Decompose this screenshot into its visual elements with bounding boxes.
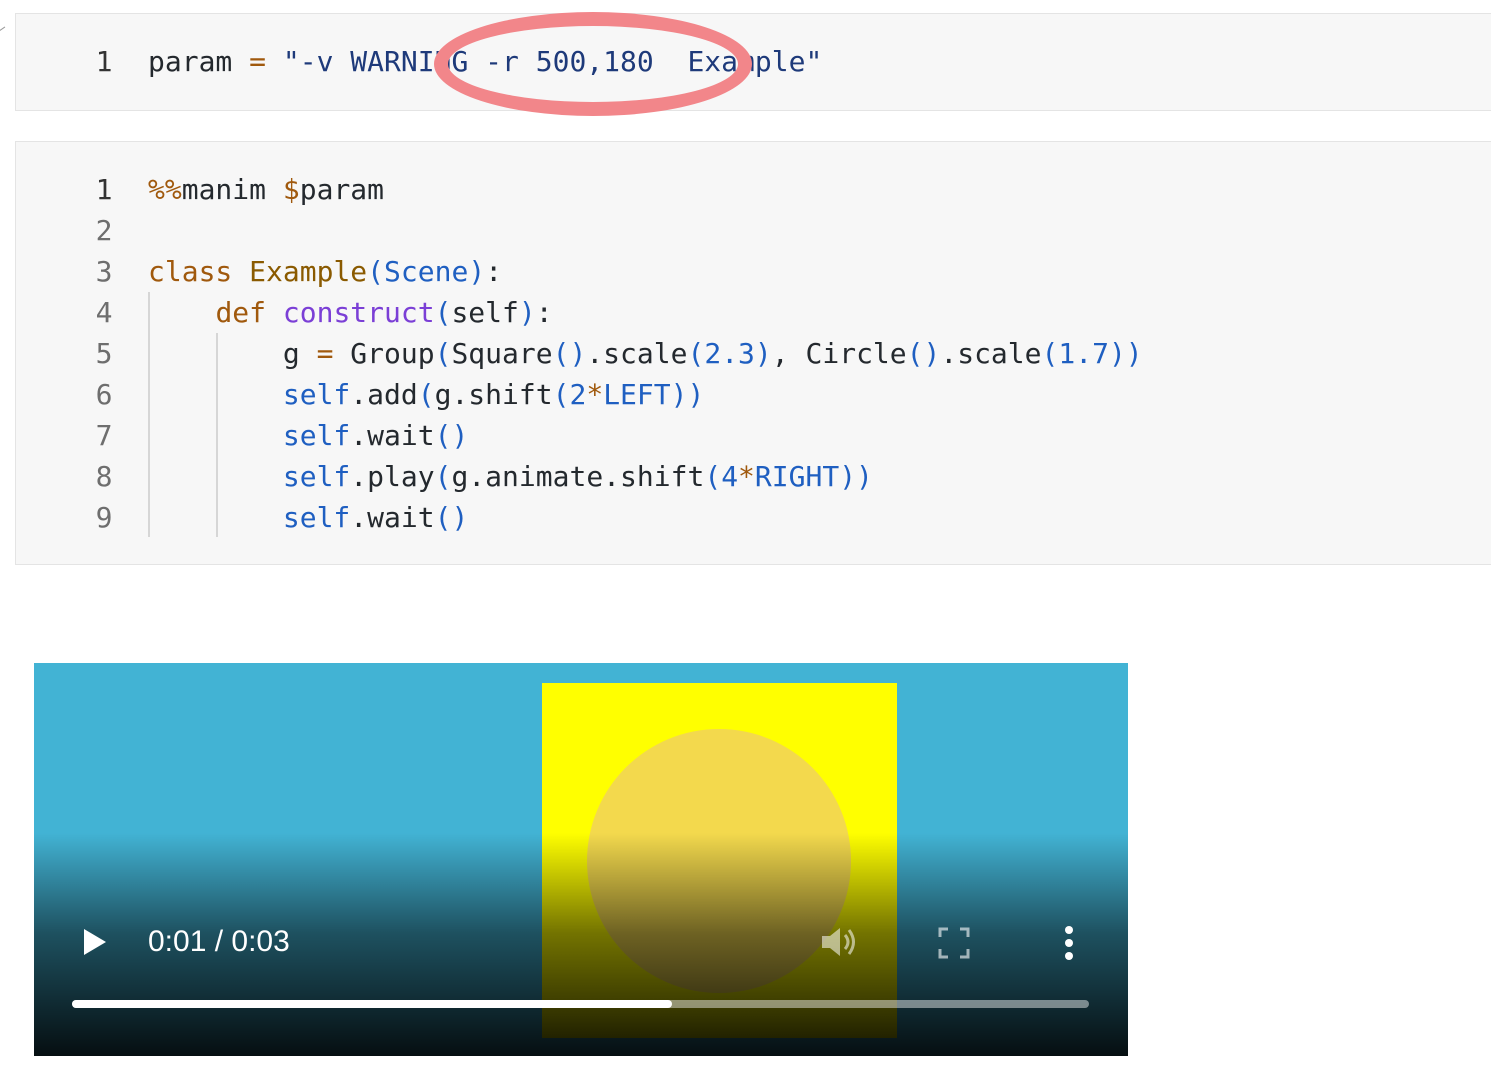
code-token: ( [704, 460, 722, 493]
code-token: .wait [350, 419, 435, 452]
line-number: 2 [95, 214, 113, 247]
line-number: 6 [95, 378, 113, 411]
code-token: ( [434, 460, 452, 493]
code-token: .scale [940, 337, 1042, 370]
code-token: self [282, 419, 351, 452]
code-token: construct [282, 296, 435, 329]
code-cell-manim[interactable]: 1 %%manim $param 2 3 class Example(Scene): 4 … [15, 141, 1491, 565]
code-token: ( [434, 296, 452, 329]
code-token: = [232, 45, 283, 78]
code-token: () [434, 419, 469, 452]
corner-mark [0, 26, 10, 39]
line-number: 1 [95, 45, 113, 78]
line-number: 5 [95, 337, 113, 370]
code-token: .scale [586, 337, 688, 370]
code-token: RIGHT [754, 460, 840, 493]
code-text: %%manim $param [148, 169, 384, 210]
code-token: g.animate.shift [451, 460, 705, 493]
code-token: Square [451, 337, 553, 370]
code-text: class Example(Scene): [148, 251, 502, 292]
code-token: )) [839, 460, 873, 493]
line-number: 9 [95, 501, 113, 534]
code-token: class [148, 255, 250, 288]
code-token: ) [754, 337, 772, 370]
progress-bar[interactable] [72, 1000, 1089, 1008]
code-text: self.add(g.shift(2*LEFT)) [148, 374, 704, 415]
code-token: ( [1041, 337, 1059, 370]
line-number: 4 [95, 296, 113, 329]
line-number: 7 [95, 419, 113, 452]
code-token: ( [434, 337, 452, 370]
code-token: ( [367, 255, 385, 288]
line-number: 3 [95, 255, 113, 288]
code-token: )) [670, 378, 705, 411]
fullscreen-icon[interactable] [938, 927, 970, 959]
code-token: .play [350, 460, 435, 493]
code-token: g [148, 337, 317, 370]
code-token: Group [333, 337, 435, 370]
more-vert-icon[interactable] [1060, 925, 1078, 961]
play-icon[interactable] [84, 929, 106, 955]
code-token: self [282, 501, 351, 534]
code-text: def construct(self): [148, 292, 553, 333]
code-token: : [535, 296, 553, 329]
code-token: .add [350, 378, 418, 411]
code-token: () [552, 337, 587, 370]
code-token: () [906, 337, 941, 370]
code-token: ( [417, 378, 435, 411]
code-token: () [434, 501, 469, 534]
code-text: self.wait() [148, 497, 468, 538]
code-token: param [148, 45, 233, 78]
progress-bar-fill [72, 1000, 673, 1008]
code-token: 1.7 [1058, 337, 1109, 370]
code-token: self [282, 378, 351, 411]
code-text: param = "-v WARNING -r 500,180 Example" [148, 41, 822, 82]
video-player[interactable]: 0:01 / 0:03 [34, 663, 1128, 1056]
code-cell-param[interactable]: 1 param = "-v WARNING -r 500,180 Example" [15, 13, 1491, 111]
code-token: Scene [384, 255, 469, 288]
code-token: ( [687, 337, 705, 370]
code-token: g.shift [434, 378, 553, 411]
code-token: .wait [350, 501, 435, 534]
line-number: 1 [95, 173, 113, 206]
code-token: 4 [721, 460, 739, 493]
code-token: $ [282, 173, 300, 206]
code-token: def [215, 296, 283, 329]
code-token: 2 [569, 378, 587, 411]
code-token: Example [249, 255, 368, 288]
code-token: ) [518, 296, 536, 329]
code-token: "-v WARNING -r 500,180 Example" [282, 45, 823, 78]
video-controls: 0:01 / 0:03 [34, 663, 1128, 1056]
code-token: )) [1108, 337, 1143, 370]
code-token: * [586, 378, 604, 411]
code-token: param [299, 173, 385, 206]
code-token: , Circle [771, 337, 907, 370]
line-number: 8 [95, 460, 113, 493]
code-token: = [316, 337, 334, 370]
code-text: self.wait() [148, 415, 468, 456]
code-text: self.play(g.animate.shift(4*RIGHT)) [148, 456, 873, 497]
code-token: LEFT [603, 378, 671, 411]
code-token: self [282, 460, 351, 493]
code-token: 2.3 [704, 337, 755, 370]
code-token: * [738, 460, 755, 493]
time-display: 0:01 / 0:03 [148, 925, 290, 958]
code-token: ( [552, 378, 570, 411]
code-token: %% [148, 173, 182, 206]
code-token: manim [181, 173, 283, 206]
code-token: ) [468, 255, 486, 288]
volume-icon[interactable] [820, 925, 860, 959]
code-token: : [485, 255, 503, 288]
code-token: self [451, 296, 519, 329]
code-text: g = Group(Square().scale(2.3), Circle().… [148, 333, 1143, 374]
